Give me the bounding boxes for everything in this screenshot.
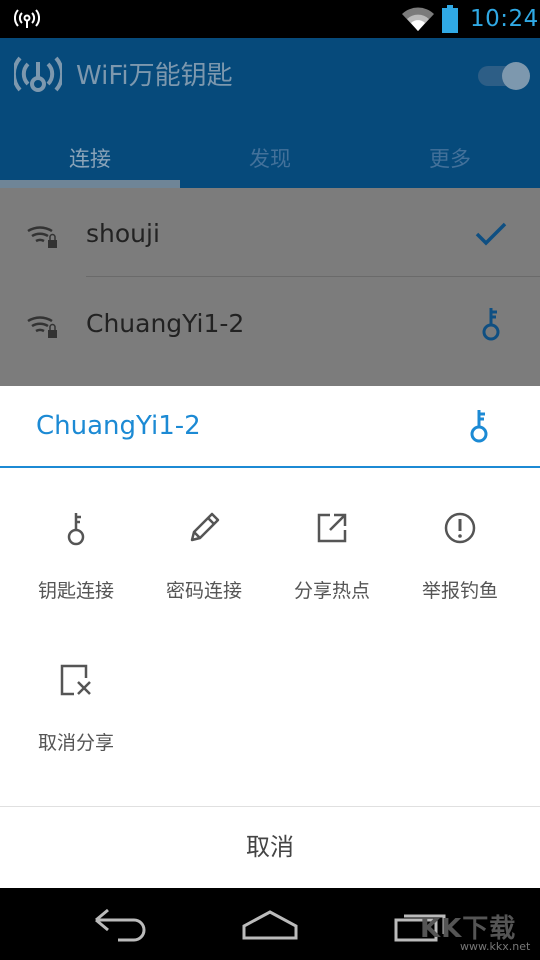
navigation-bar: KK下载 www.kkx.net xyxy=(0,888,540,960)
tab-discover[interactable]: 发现 xyxy=(180,130,360,188)
pencil-icon xyxy=(190,512,220,542)
clock: 10:24 xyxy=(470,6,539,32)
watermark-logo: KK下载 www.kkx.net xyxy=(416,908,540,960)
action-label: 钥匙连接 xyxy=(37,580,114,602)
action-label: 分享热点 xyxy=(293,580,370,602)
watermark-url: www.kkx.net xyxy=(460,940,531,953)
alert-circle-icon xyxy=(444,512,476,544)
tab-more[interactable]: 更多 xyxy=(360,130,540,188)
sheet-title: ChuangYi1-2 xyxy=(36,411,201,441)
locked-wifi-signal-icon xyxy=(27,226,57,248)
report-phishing-button[interactable]: 举报钓鱼 xyxy=(392,510,528,630)
status-bar: 10:24 xyxy=(0,0,540,38)
divider xyxy=(86,276,540,277)
share-hotspot-button[interactable]: 分享热点 xyxy=(264,510,400,630)
action-label: 密码连接 xyxy=(165,580,242,602)
back-icon[interactable] xyxy=(90,906,150,942)
battery-icon xyxy=(442,5,458,33)
app-title: WiFi万能钥匙 xyxy=(76,61,233,91)
wifi-name: ChuangYi1-2 xyxy=(86,309,245,338)
wifi-name: shouji xyxy=(86,219,160,248)
wifi-key-logo-icon xyxy=(14,56,62,92)
action-label: 取消分享 xyxy=(37,732,114,754)
password-connect-button[interactable]: 密码连接 xyxy=(136,510,272,630)
wifi-list: shouji ChuangYi1-2 xyxy=(0,188,540,386)
action-sheet: ChuangYi1-2 钥匙连接 密码连接 分享热点 举报钓鱼 取消分享 取消 xyxy=(0,386,540,888)
wifi-row[interactable]: ChuangYi1-2 xyxy=(0,278,540,368)
key-connect-button[interactable]: 钥匙连接 xyxy=(8,510,144,630)
key-icon xyxy=(470,410,488,443)
cancel-share-button[interactable]: 取消分享 xyxy=(8,662,144,782)
check-icon xyxy=(475,222,507,246)
unshare-icon xyxy=(60,664,91,696)
share-external-icon xyxy=(317,513,347,543)
cancel-button[interactable]: 取消 xyxy=(0,807,540,888)
wifi-signal-icon xyxy=(402,7,434,31)
wifi-hotspot-icon xyxy=(14,9,40,28)
sheet-header: ChuangYi1-2 xyxy=(0,386,540,466)
tab-indicator xyxy=(0,180,180,188)
toggle-knob xyxy=(502,62,530,90)
key-icon xyxy=(482,308,500,341)
app-header: WiFi万能钥匙 连接 发现 更多 xyxy=(0,38,540,188)
key-icon xyxy=(67,513,85,546)
action-label: 举报钓鱼 xyxy=(421,580,498,602)
home-icon[interactable] xyxy=(240,906,300,942)
wifi-row[interactable]: shouji xyxy=(0,188,540,278)
locked-wifi-signal-icon xyxy=(27,316,57,338)
wifi-toggle[interactable] xyxy=(474,62,532,90)
sheet-divider xyxy=(0,466,540,468)
